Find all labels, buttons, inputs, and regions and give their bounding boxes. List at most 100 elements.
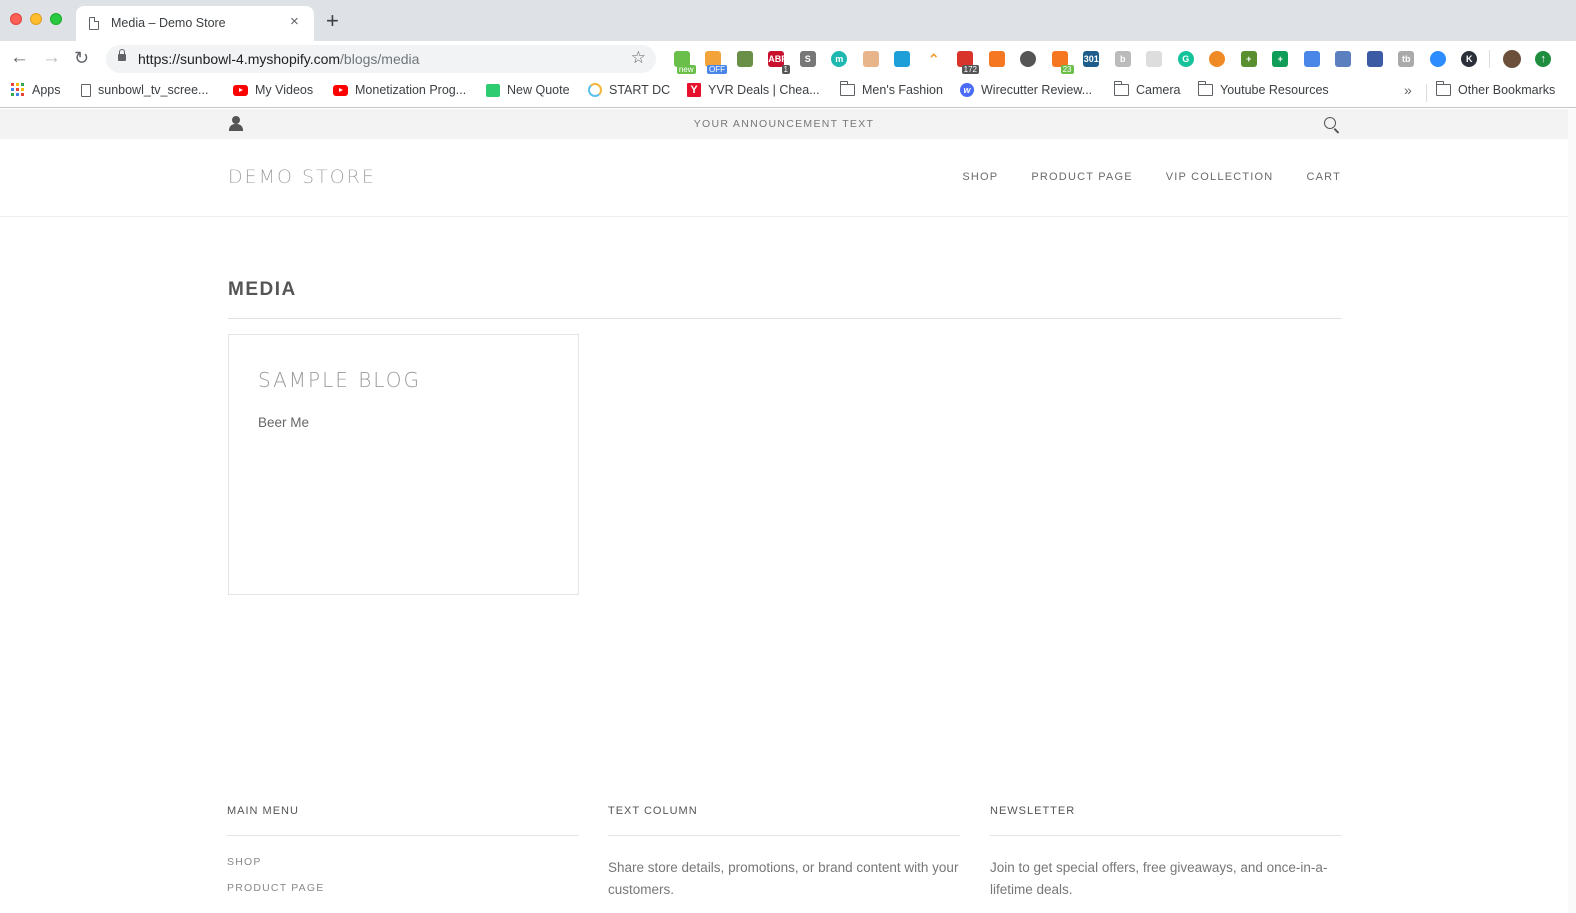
bookmark-label: YVR Deals | Chea...	[708, 83, 820, 97]
maximize-window-button[interactable]	[50, 13, 62, 25]
back-button[interactable]: ←	[10, 48, 29, 68]
eyedropper-extension-glyph	[736, 51, 753, 67]
browser-tab-strip: Media – Demo Store × +	[0, 0, 1576, 41]
search-extension-icon[interactable]	[1359, 48, 1391, 70]
store-logo[interactable]: DEMO STORE	[228, 166, 376, 188]
colorzilla-extension-icon[interactable]	[1202, 48, 1234, 70]
nav-cart[interactable]: CART	[1306, 171, 1341, 183]
globe-extension-glyph	[1335, 51, 1352, 67]
bookmark-camera[interactable]: Camera	[1114, 81, 1180, 97]
update-button[interactable]: ↑	[1528, 48, 1560, 70]
bookmark-label: Wirecutter Review...	[981, 83, 1093, 97]
redirect-301-extension-glyph: 301	[1083, 51, 1100, 67]
calendar-extension-badge: 172	[961, 65, 979, 74]
update-arrow-icon: ↑	[1535, 51, 1552, 67]
bookmark-label: Apps	[32, 83, 61, 97]
rainbow-extension-icon[interactable]: ⌃	[918, 48, 950, 70]
bookmark-monetization-prog[interactable]: Monetization Prog...	[333, 83, 466, 97]
url-text[interactable]: https://sunbowl-4.myshopify.com/blogs/me…	[138, 51, 419, 67]
bookmark-men-s-fashion[interactable]: Men's Fashion	[840, 81, 943, 97]
tag-extension-glyph	[1303, 51, 1320, 67]
bookmark-label: Youtube Resources	[1220, 83, 1329, 97]
bookmark-sunbowl-tv-scree[interactable]: sunbowl_tv_scree...	[81, 83, 208, 97]
bookmark-apps[interactable]: Apps	[11, 83, 61, 97]
new-tab-button[interactable]: +	[326, 10, 339, 32]
search-icon[interactable]	[1324, 117, 1336, 129]
b-extension-glyph: b	[1114, 51, 1131, 67]
main-nav: SHOP PRODUCT PAGE VIP COLLECTION CART	[962, 171, 1341, 183]
browser-tab[interactable]: Media – Demo Store ×	[76, 6, 314, 41]
lock-icon[interactable]	[118, 49, 126, 61]
face-extension-icon[interactable]	[855, 48, 887, 70]
blog-card[interactable]: SAMPLE BLOG Beer Me	[228, 334, 579, 595]
email-extension-icon[interactable]	[887, 48, 919, 70]
bookmark-wirecutter-review[interactable]: w Wirecutter Review...	[960, 83, 1092, 97]
redirect-301-extension-icon[interactable]: 301	[1076, 48, 1108, 70]
bookmarks-divider	[1426, 84, 1427, 102]
calendar-extension-icon[interactable]: 172	[950, 48, 982, 74]
bookmark-youtube-resources[interactable]: Youtube Resources	[1198, 81, 1329, 97]
folder-icon	[1114, 81, 1129, 96]
minimize-window-button[interactable]	[30, 13, 42, 25]
bookmark-yvr-deals-chea[interactable]: Y YVR Deals | Chea...	[687, 83, 820, 97]
bookmarks-overflow-button[interactable]: »	[1404, 82, 1412, 98]
cart-plus-extension-icon[interactable]: +	[1233, 48, 1265, 70]
footer-divider	[227, 835, 579, 836]
hubspot-extension-icon[interactable]	[981, 48, 1013, 70]
s-extension-icon[interactable]: S	[792, 48, 824, 70]
off-extension-icon[interactable]: OFF	[698, 48, 730, 74]
grammarly-extension-icon[interactable]: G	[1170, 48, 1202, 70]
s-extension-glyph: S	[799, 51, 816, 67]
blog-article-link[interactable]: Beer Me	[258, 415, 309, 430]
fq-icon	[486, 83, 500, 97]
close-window-button[interactable]	[10, 13, 22, 25]
nav-vip-collection[interactable]: VIP COLLECTION	[1166, 171, 1274, 183]
green-plus-extension-glyph: +	[1272, 51, 1289, 67]
ring-icon	[588, 83, 602, 97]
orange-extension-icon[interactable]: 23	[1044, 48, 1076, 74]
footer-heading: TEXT COLUMN	[608, 805, 698, 817]
footer-menu-item: SHOP	[227, 856, 579, 882]
zoom-extension-icon[interactable]	[1422, 48, 1454, 70]
page-scrollbar[interactable]	[1568, 109, 1576, 913]
nav-product-page[interactable]: PRODUCT PAGE	[1031, 171, 1132, 183]
bookmark-my-videos[interactable]: My Videos	[233, 83, 313, 97]
tb-extension-icon[interactable]: tb	[1391, 48, 1423, 70]
address-bar[interactable]: https://sunbowl-4.myshopify.com/blogs/me…	[106, 45, 656, 73]
footer-link-shop[interactable]: SHOP	[227, 856, 262, 868]
green-plus-extension-icon[interactable]: +	[1265, 48, 1297, 70]
openai-extension-icon[interactable]	[1013, 48, 1045, 70]
footer-divider	[608, 835, 960, 836]
chat-extension-icon[interactable]	[1139, 48, 1171, 70]
new-extension-icon[interactable]: new	[666, 48, 698, 74]
m-extension-icon[interactable]: m	[824, 48, 856, 70]
browser-toolbar: ← → ↻ https://sunbowl-4.myshopify.com/bl…	[0, 41, 1576, 77]
bookmark-label: Men's Fashion	[862, 83, 943, 97]
title-divider	[228, 318, 1342, 319]
b-extension-icon[interactable]: b	[1107, 48, 1139, 70]
adblock-extension-icon[interactable]: ABP 1	[761, 48, 793, 74]
adblock-extension-badge: 1	[781, 65, 790, 74]
blog-card-title[interactable]: SAMPLE BLOG	[258, 368, 421, 392]
globe-extension-icon[interactable]	[1328, 48, 1360, 70]
tag-extension-icon[interactable]	[1296, 48, 1328, 70]
profile-avatar[interactable]	[1496, 48, 1528, 70]
footer-newsletter: NEWSLETTER Join to get special offers, f…	[990, 805, 1342, 901]
bookmark-label: My Videos	[255, 83, 314, 97]
k-extension-icon[interactable]: K	[1454, 48, 1486, 70]
bookmark-star-icon[interactable]: ☆	[631, 48, 646, 68]
forward-button[interactable]: →	[42, 48, 61, 68]
colorzilla-extension-glyph	[1209, 51, 1226, 67]
close-tab-icon[interactable]: ×	[290, 14, 299, 30]
bookmark-start-dc[interactable]: START DC	[588, 83, 670, 97]
grammarly-extension-glyph: G	[1177, 51, 1194, 67]
eyedropper-extension-icon[interactable]	[729, 48, 761, 70]
email-extension-glyph	[894, 51, 911, 67]
m-extension-glyph: m	[831, 51, 848, 67]
nav-shop[interactable]: SHOP	[962, 171, 998, 183]
bookmark-other-bookmarks[interactable]: Other Bookmarks	[1436, 81, 1555, 97]
toolbar-divider	[1489, 50, 1490, 68]
reload-button[interactable]: ↻	[74, 48, 89, 68]
footer-link-product-page[interactable]: PRODUCT PAGE	[227, 882, 324, 894]
bookmark-new-quote[interactable]: New Quote	[486, 83, 570, 97]
